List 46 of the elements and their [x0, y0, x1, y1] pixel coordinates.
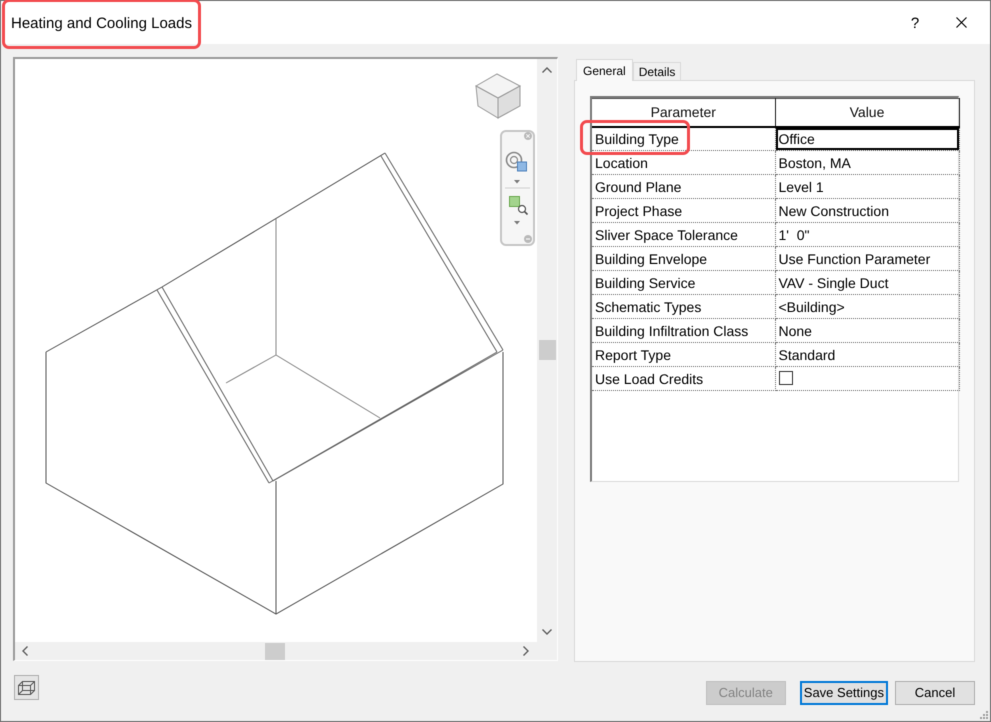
parameter-name: Use Load Credits	[595, 370, 704, 388]
value-cell[interactable]: <Building>	[775, 294, 959, 318]
resize-grip-icon[interactable]	[979, 710, 988, 719]
wireframe-box-icon	[18, 680, 35, 694]
parameter-name: Project Phase	[595, 202, 682, 221]
tab[interactable]: Details	[632, 62, 682, 80]
dialog-button[interactable]: Cancel	[895, 681, 975, 705]
steering-wheel-icon[interactable]	[506, 152, 527, 172]
help-button[interactable]: ?	[892, 14, 938, 32]
parameter-name: Building Infiltration Class	[595, 322, 748, 341]
value-cell[interactable]: Use Function Parameter	[775, 246, 959, 270]
window-title: Heating and Cooling Loads	[11, 15, 192, 33]
scrollbar-thumb[interactable]	[265, 642, 285, 660]
value-cell[interactable]: Level 1	[775, 174, 959, 198]
dialog-button[interactable]: Save Settings	[800, 681, 888, 705]
chevron-up-icon[interactable]	[542, 67, 552, 73]
parameter-name: Building Envelope	[595, 250, 708, 269]
value-cell[interactable]: Office	[775, 126, 959, 150]
chevron-right-icon[interactable]	[523, 646, 529, 656]
parameter-name: Schematic Types	[595, 298, 702, 317]
value-cell[interactable]: VAV - Single Duct	[775, 270, 959, 294]
close-icon[interactable]	[956, 17, 967, 28]
parameter-name: Building Type	[595, 130, 679, 149]
chevron-down-icon[interactable]	[542, 629, 552, 635]
parameter-name: Report Type	[595, 346, 672, 365]
value-cell[interactable]: New Construction	[775, 198, 959, 222]
view-cube-icon[interactable]	[474, 73, 522, 119]
value-cell[interactable]: None	[775, 318, 959, 342]
parameter-name: Ground Plane	[595, 178, 682, 196]
value-cell[interactable]: Boston, MA	[775, 150, 959, 174]
tab[interactable]: General	[576, 59, 633, 81]
parameter-name: Sliver Space Tolerance	[595, 226, 738, 245]
scrollbar-thumb[interactable]	[538, 340, 556, 360]
value-cell[interactable]: Standard	[775, 342, 959, 366]
value-cell[interactable]	[775, 366, 959, 390]
column-header: Parameter	[592, 98, 775, 126]
zoom-icon[interactable]	[509, 196, 528, 216]
column-header: Value	[775, 98, 959, 126]
parameter-name: Building Service	[595, 274, 696, 293]
value-cell[interactable]: 1' 0"	[775, 222, 959, 246]
parameter-name: Location	[595, 154, 648, 172]
chevron-left-icon[interactable]	[22, 646, 28, 656]
caret-icon[interactable]	[514, 221, 520, 224]
view-button[interactable]	[14, 675, 39, 700]
checkbox[interactable]	[778, 371, 792, 386]
caret-icon[interactable]	[514, 180, 520, 184]
